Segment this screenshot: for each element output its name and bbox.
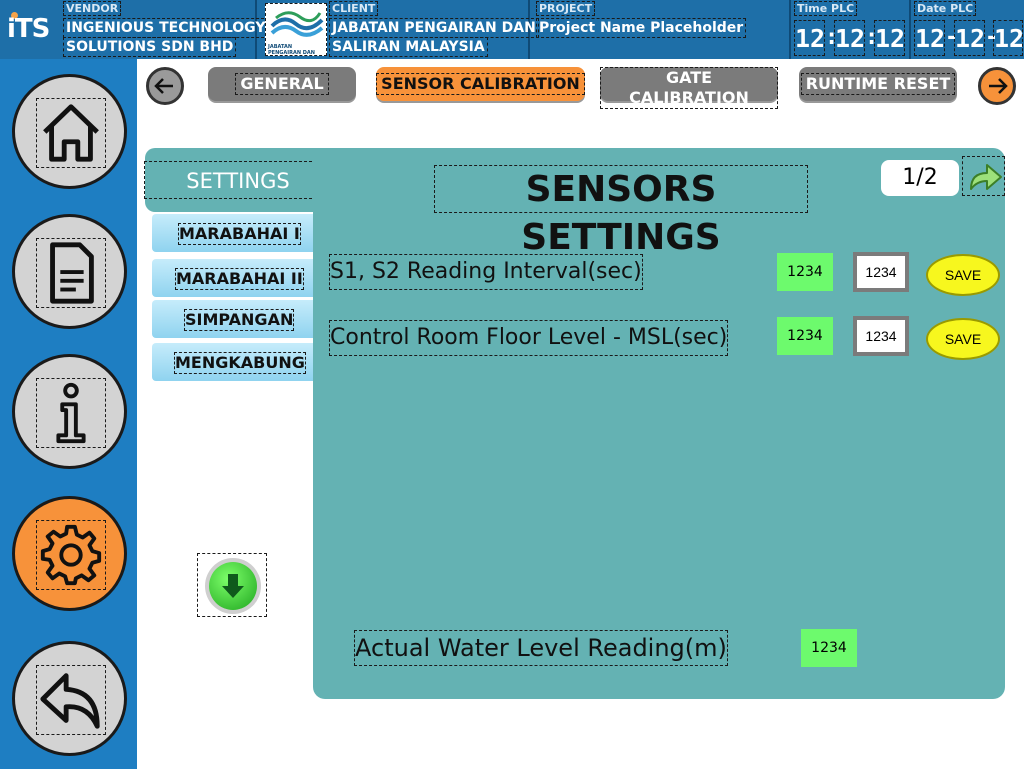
project-section: PROJECT Project Name Placeholder [532,0,791,59]
time-plc-caption: Time PLC [794,1,858,16]
project-name: Project Name Placeholder [536,18,747,38]
tab-sensor-calibration-label: SENSOR CALIBRATION [376,73,585,95]
location-label: SIMPANGAN [184,309,295,331]
arrow-down-icon [222,574,244,598]
location-marabahai-1[interactable]: MARABAHAI I [152,214,313,252]
floor-level-label: Control Room Floor Level - MSL(sec) [329,320,729,356]
sidebar-settings-button[interactable] [12,496,127,611]
client-caption: CLIENT [329,1,379,16]
interval-label: S1, S2 Reading Interval(sec) [329,254,643,290]
client-logo-caption: JABATAN PENGAIRAN DAN SALIRAN MALAYSIA [268,44,315,56]
forward-arrow-icon [970,164,1002,190]
interval-input[interactable]: 1234 [853,252,909,292]
home-icon [36,98,106,168]
vendor-section: iTS VENDOR INGENIOUS TECHNOLOGY SOLUTION… [0,0,269,59]
date-day: 12 [914,20,945,56]
tab-gate-calibration[interactable]: GATE CALIBRATION [600,67,778,109]
document-icon [36,238,106,308]
client-wave-logo-icon [270,11,324,37]
tab-general-label: GENERAL [235,73,329,95]
sidebar-back-button[interactable] [12,641,127,756]
next-tab-button[interactable] [978,67,1016,105]
date-year: 12 [993,20,1024,56]
next-page-button[interactable] [962,156,1005,196]
tab-sensor-calibration[interactable]: SENSOR CALIBRATION [376,67,585,101]
vendor-name-line1: INGENIOUS TECHNOLOGY [63,18,269,38]
time-second: 12 [874,20,905,56]
header-bar: iTS VENDOR INGENIOUS TECHNOLOGY SOLUTION… [0,0,1024,59]
settings-label: SETTINGS [144,161,332,199]
floor-level-input[interactable]: 1234 [853,316,909,356]
vendor-logo: iTS [3,4,59,56]
info-icon [36,378,106,448]
scroll-down-button[interactable] [197,553,267,617]
tab-general[interactable]: GENERAL [208,67,356,101]
interval-save-button[interactable]: SAVE [926,254,1000,296]
project-caption: PROJECT [536,1,596,16]
interval-value: 1234 [777,253,833,291]
arrow-left-icon [154,78,173,94]
location-marabahai-2[interactable]: MARABAHAI II [152,259,313,297]
client-name-line2: SALIRAN MALAYSIA [329,37,488,57]
client-logo: JABATAN PENGAIRAN DAN SALIRAN MALAYSIA [265,3,327,56]
page-indicator: 1/2 [881,160,959,196]
vendor-name-line2: SOLUTIONS SDN BHD [63,37,237,57]
location-simpangan[interactable]: SIMPANGAN [152,300,313,338]
water-level-value: 1234 [801,629,857,667]
back-icon [36,665,106,735]
date-plc-section: Date PLC 12 - 12 - 12 [913,0,1024,59]
sidebar-info-button[interactable] [12,354,127,469]
prev-tab-button[interactable] [146,67,184,105]
sidebar-document-button[interactable] [12,214,127,329]
settings-header: SETTINGS [144,148,332,212]
date-plc-caption: Date PLC [914,1,977,16]
time-plc-section: Time PLC 12 : 12 : 12 [793,0,911,59]
tab-runtime-reset[interactable]: RUNTIME RESET [799,67,957,101]
time-minute: 12 [834,20,865,56]
location-label: MARABAHAI II [175,268,304,290]
floor-level-value: 1234 [777,317,833,355]
location-label: MENGKABUNG [174,352,306,374]
gear-icon [36,520,106,590]
vendor-caption: VENDOR [63,1,122,16]
location-label: MARABAHAI I [178,223,301,245]
tab-gate-calibration-label: GATE CALIBRATION [600,67,778,109]
vendor-logo-text: iTS [7,14,50,44]
tab-runtime-reset-label: RUNTIME RESET [800,73,956,95]
time-hour: 12 [794,20,825,56]
date-month: 12 [954,20,985,56]
page-title: SENSORS SETTINGS [434,165,808,258]
location-mengkabung[interactable]: MENGKABUNG [152,343,313,381]
sidebar-home-button[interactable] [12,74,127,189]
sidebar [0,59,137,769]
water-level-label: Actual Water Level Reading(m) [354,630,728,666]
floor-level-save-button[interactable]: SAVE [926,318,1000,360]
arrow-right-icon [989,78,1008,94]
client-name-line1: JABATAN PENGAIRAN DAN [329,18,539,38]
